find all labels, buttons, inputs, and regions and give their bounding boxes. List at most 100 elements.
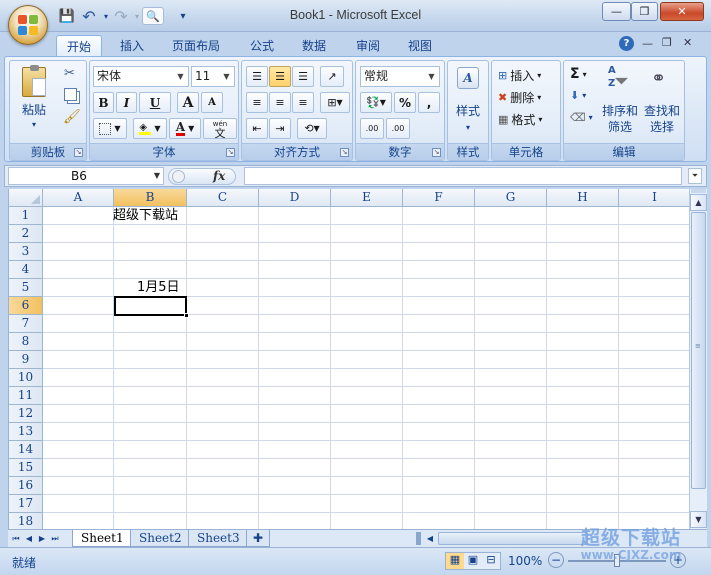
row-header-10[interactable]: 10 [9, 369, 43, 387]
phonetic-button[interactable]: wén 文 [203, 118, 237, 139]
zoom-level[interactable]: 100% [508, 554, 542, 568]
column-header-G[interactable]: G [475, 189, 547, 207]
sort-filter-button[interactable]: A Z⏷ 排序和 筛选 [600, 64, 640, 139]
name-box[interactable]: B6 ▼ [8, 167, 164, 185]
column-header-A[interactable]: A [43, 189, 114, 207]
row-header-16[interactable]: 16 [9, 477, 43, 495]
scroll-up-icon[interactable]: ▲ [690, 194, 707, 211]
prev-sheet-icon[interactable]: ◀ [23, 532, 35, 545]
sheet-tab-3[interactable]: Sheet3 [188, 530, 249, 547]
print-preview-icon[interactable]: 🔍 [142, 7, 164, 25]
column-header-E[interactable]: E [331, 189, 403, 207]
font-name-combo[interactable]: 宋体 ▼ [93, 66, 189, 87]
increase-indent-button[interactable]: ⇥ [269, 118, 291, 139]
fill-color-button[interactable]: ◈ ▼ [133, 118, 167, 139]
expand-formula-bar-icon[interactable]: ⏷ [688, 168, 702, 184]
page-layout-view-icon[interactable]: ▣ [464, 553, 482, 569]
normal-view-icon[interactable]: ▦ [446, 553, 464, 569]
tab-review[interactable]: 审阅 [346, 35, 390, 56]
text-direction-button[interactable]: ⟲ ▼ [297, 118, 327, 139]
row-header-15[interactable]: 15 [9, 459, 43, 477]
column-header-H[interactable]: H [547, 189, 619, 207]
split-box[interactable] [691, 189, 706, 193]
doc-close-icon[interactable]: ✕ [683, 36, 692, 49]
scroll-left-icon[interactable]: ◀ [424, 532, 436, 545]
cell-B1[interactable]: 超级下载站 [113, 207, 178, 225]
percent-button[interactable]: % [394, 92, 416, 113]
clear-button[interactable]: ⌫ ▾ [570, 111, 593, 124]
horizontal-scrollbar[interactable] [438, 532, 588, 545]
align-bottom-button[interactable]: ☰ [292, 66, 314, 87]
row-header-6[interactable]: 6 [9, 297, 43, 315]
save-icon[interactable]: 💾 [58, 7, 76, 25]
scroll-thumb[interactable]: ≡ [691, 212, 706, 489]
tab-home[interactable]: 开始 [56, 35, 103, 56]
tab-page-layout[interactable]: 页面布局 [162, 35, 230, 56]
find-select-button[interactable]: ⚭ 查找和 选择 [642, 64, 682, 139]
row-header-12[interactable]: 12 [9, 405, 43, 423]
tab-view[interactable]: 视图 [398, 35, 442, 56]
comma-button[interactable]: , [418, 92, 440, 113]
undo-icon[interactable]: ↶ [80, 7, 98, 26]
column-header-C[interactable]: C [187, 189, 259, 207]
borders-button[interactable]: ▼ [93, 118, 127, 139]
scroll-down-icon[interactable]: ▼ [690, 511, 707, 528]
decrease-indent-button[interactable]: ⇤ [246, 118, 268, 139]
align-center-button[interactable]: ≡ [269, 92, 291, 113]
cut-icon[interactable]: ✂ [64, 66, 75, 81]
row-header-4[interactable]: 4 [9, 261, 43, 279]
underline-button[interactable]: U [139, 92, 171, 113]
sheet-tab-1[interactable]: Sheet1 [72, 530, 133, 547]
maximize-button[interactable]: ❐ [631, 2, 658, 21]
formula-input[interactable] [244, 167, 682, 185]
align-top-button[interactable]: ☰ [246, 66, 268, 87]
clipboard-launcher-icon[interactable]: ↘ [74, 148, 83, 157]
shrink-font-button[interactable]: A [201, 92, 223, 113]
increase-decimal-button[interactable]: .00 [360, 118, 384, 139]
align-left-button[interactable]: ≡ [246, 92, 268, 113]
format-cells-button[interactable]: ▦ 格式 ▾ [498, 110, 542, 128]
column-header-B[interactable]: B [114, 189, 187, 207]
minimize-button[interactable]: — [602, 2, 631, 21]
paste-button[interactable]: 粘贴 ▾ [16, 65, 52, 129]
italic-button[interactable]: I [116, 92, 137, 113]
selected-cell-B6[interactable] [114, 296, 189, 318]
row-header-8[interactable]: 8 [9, 333, 43, 351]
row-header-17[interactable]: 17 [9, 495, 43, 513]
close-button[interactable]: ✕ [660, 2, 704, 21]
insert-function-icon[interactable]: fx [213, 169, 225, 183]
last-sheet-icon[interactable]: ⏭ [49, 532, 61, 545]
insert-sheet-icon[interactable]: ✚ [246, 530, 270, 547]
worksheet-grid[interactable]: ABCDEFGHI 1 2 3 4 5 6 7 8 9 10 11 12 13 14 15 16 17 18 超级… [8, 189, 689, 529]
zoom-out-icon[interactable]: − [548, 552, 564, 568]
next-sheet-icon[interactable]: ▶ [36, 532, 48, 545]
font-color-button[interactable]: A ▼ [169, 118, 201, 139]
align-middle-button[interactable]: ☰ [269, 66, 291, 87]
customize-toolbar-icon[interactable]: ▾ [174, 7, 192, 25]
number-launcher-icon[interactable]: ↘ [432, 148, 441, 157]
font-size-combo[interactable]: 11 ▼ [191, 66, 235, 87]
row-header-1[interactable]: 1 [9, 207, 43, 225]
row-header-13[interactable]: 13 [9, 423, 43, 441]
format-painter-icon[interactable]: 🖌 [63, 109, 81, 125]
tab-split-handle[interactable] [416, 532, 421, 545]
office-button[interactable] [8, 5, 48, 45]
row-header-5[interactable]: 5 [9, 279, 43, 297]
alignment-launcher-icon[interactable]: ↘ [340, 148, 349, 157]
grow-font-button[interactable]: A [177, 92, 199, 113]
cell-B5[interactable]: 1月5日 [137, 279, 180, 297]
doc-restore-icon[interactable]: ❐ [662, 36, 672, 49]
column-header-D[interactable]: D [259, 189, 331, 207]
zoom-in-icon[interactable]: + [670, 552, 686, 568]
autosum-button[interactable]: Σ ▾ [570, 66, 587, 82]
first-sheet-icon[interactable]: ⏮ [10, 532, 22, 545]
zoom-slider-thumb[interactable] [614, 554, 620, 567]
sheet-tab-2[interactable]: Sheet2 [130, 530, 191, 547]
fill-button[interactable]: ⬇ ▾ [570, 89, 586, 102]
align-right-button[interactable]: ≡ [292, 92, 314, 113]
doc-minimize-icon[interactable]: — [642, 37, 653, 50]
vertical-scrollbar[interactable]: ▲ ≡ ▼ [689, 189, 707, 529]
row-header-18[interactable]: 18 [9, 513, 43, 529]
row-header-2[interactable]: 2 [9, 225, 43, 243]
page-break-view-icon[interactable]: ⊟ [482, 553, 500, 569]
